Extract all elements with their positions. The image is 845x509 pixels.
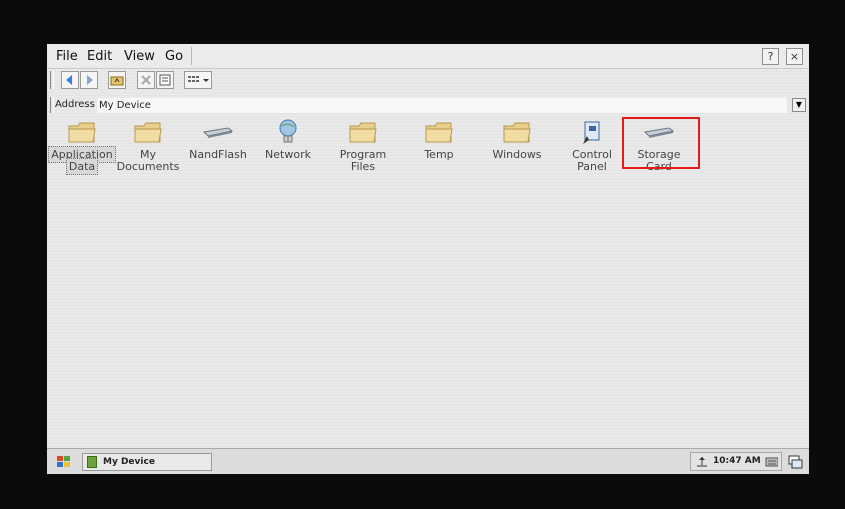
- icon-label: Windows: [482, 149, 552, 161]
- properties-icon: [159, 74, 171, 86]
- icon-label-line1: NandFlash: [189, 148, 247, 161]
- toolbar-grip[interactable]: [50, 71, 54, 89]
- icon-label-line1: Program Files: [339, 148, 387, 173]
- taskbar: My Device 10:47 AM: [47, 448, 809, 474]
- icon-control-panel[interactable]: Control Panel: [557, 116, 627, 176]
- chevron-down-icon: ▼: [795, 100, 803, 109]
- up-folder-icon: [110, 76, 124, 86]
- icon-label: NandFlash: [183, 149, 253, 161]
- icon-application-data[interactable]: Application Data: [47, 116, 117, 176]
- menu-bar: File Edit View Go ? ×: [47, 44, 809, 69]
- folder-icon: [132, 118, 164, 146]
- folder-icon: [501, 118, 533, 146]
- menu-file[interactable]: File: [56, 49, 78, 64]
- icon-label-line2: Data: [65, 158, 99, 175]
- icon-temp[interactable]: Temp: [404, 116, 474, 176]
- icon-label: Control Panel: [557, 149, 627, 173]
- icon-windows[interactable]: Windows: [482, 116, 552, 176]
- delete-x-icon: [141, 75, 151, 85]
- drive-icon: [202, 118, 234, 146]
- views-dropdown-button[interactable]: [184, 71, 212, 89]
- icon-label: Network: [253, 149, 323, 161]
- address-dropdown-button[interactable]: ▼: [792, 98, 806, 112]
- forward-button[interactable]: [80, 71, 98, 89]
- menu-view[interactable]: View: [124, 49, 155, 64]
- folder-icon: [66, 118, 98, 146]
- icon-label-line1: Windows: [492, 148, 542, 161]
- icon-network[interactable]: Network: [253, 116, 323, 176]
- device-icon: [87, 456, 97, 468]
- icon-nandflash[interactable]: NandFlash: [183, 116, 253, 176]
- icon-label-line2: Documents: [116, 160, 180, 173]
- annotation-highlight-box: [622, 117, 700, 169]
- forward-arrow-icon: [87, 75, 93, 85]
- windows-flag-icon: [57, 456, 70, 467]
- desktop-show-icon[interactable]: [787, 454, 803, 470]
- network-icon: [272, 118, 304, 146]
- icon-label: Temp: [404, 149, 474, 161]
- clock[interactable]: 10:47 AM: [713, 456, 761, 466]
- views-grid-icon: [188, 76, 209, 82]
- delete-button[interactable]: [137, 71, 155, 89]
- back-button[interactable]: [61, 71, 79, 89]
- addressbar-grip[interactable]: [50, 97, 54, 113]
- icon-label: My Documents: [113, 149, 183, 173]
- address-bar: Address My Device ▼: [47, 96, 809, 115]
- keyboard-icon[interactable]: [765, 455, 778, 468]
- help-button[interactable]: ?: [762, 48, 779, 65]
- start-button[interactable]: [55, 454, 73, 470]
- icon-label: Application Data: [47, 146, 117, 175]
- icon-label-line2: Panel: [577, 160, 607, 173]
- address-label: Address: [55, 99, 95, 110]
- menu-edit[interactable]: Edit: [87, 49, 112, 64]
- menu-go[interactable]: Go: [165, 49, 183, 64]
- close-button[interactable]: ×: [786, 48, 803, 65]
- task-label: My Device: [103, 457, 155, 467]
- icon-label: Program Files: [328, 149, 398, 173]
- back-arrow-icon: [66, 75, 72, 85]
- icon-label-line1: Temp: [424, 148, 454, 161]
- icon-label-line1: Network: [265, 148, 311, 161]
- address-input[interactable]: My Device: [97, 98, 787, 113]
- toolbar: [47, 68, 809, 92]
- up-folder-button[interactable]: [108, 71, 126, 89]
- icon-program-files[interactable]: Program Files: [328, 116, 398, 176]
- folder-icon: [423, 118, 455, 146]
- explorer-window: File Edit View Go ? × Address My Device …: [47, 44, 809, 474]
- icon-my-documents[interactable]: My Documents: [113, 116, 183, 176]
- system-tray: 10:47 AM: [690, 452, 782, 471]
- connection-icon[interactable]: [695, 455, 708, 468]
- taskbar-task-my-device[interactable]: My Device: [82, 453, 212, 471]
- control-panel-icon: [576, 118, 608, 146]
- properties-button[interactable]: [156, 71, 174, 89]
- folder-icon: [347, 118, 379, 146]
